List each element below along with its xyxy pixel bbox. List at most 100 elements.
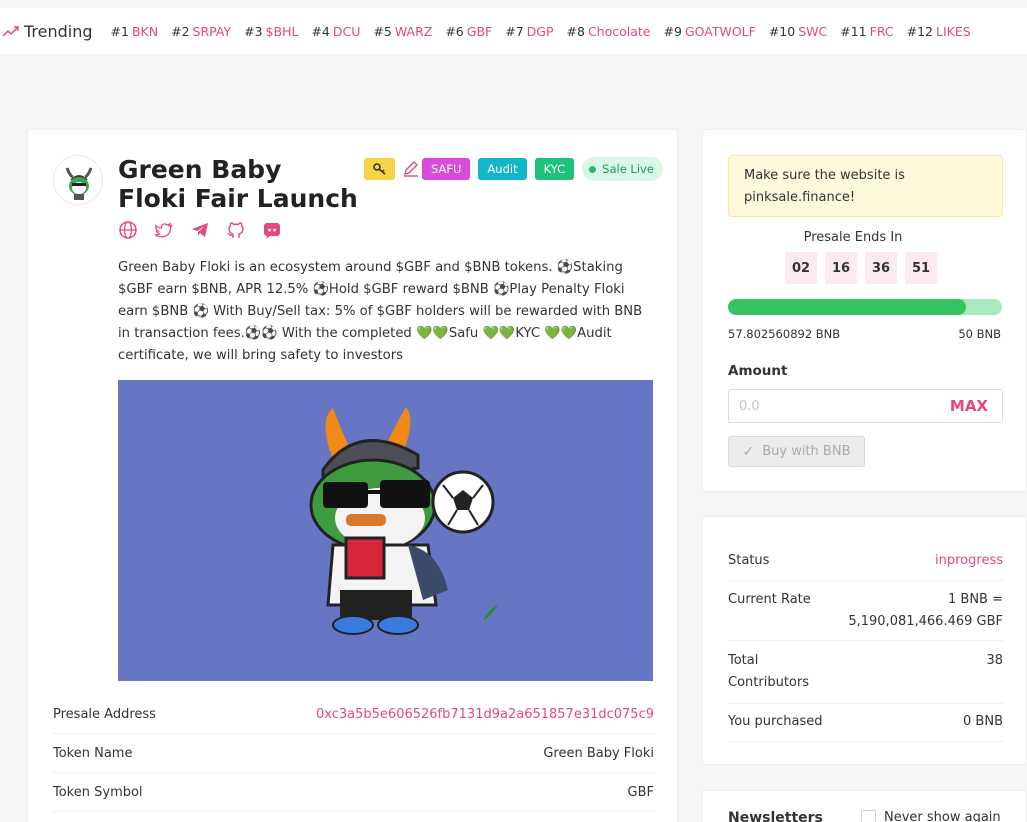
trending-title: Trending	[24, 21, 93, 41]
amount-field: MAX	[728, 389, 1003, 423]
audit-badge[interactable]: Audit	[478, 158, 527, 180]
trending-symbol: GBF	[466, 23, 493, 39]
stat-label: You purchased	[728, 714, 823, 729]
countdown-days: 02	[785, 252, 817, 284]
trending-item[interactable]: #6 GBF	[445, 24, 492, 39]
detail-value: GBF	[627, 784, 654, 800]
detail-row-token-symbol: Token Symbol GBF	[53, 773, 654, 812]
live-dot-icon	[589, 165, 597, 173]
detail-value: Green Baby Floki	[543, 745, 654, 761]
cap-amount: 50 BNB	[958, 327, 1001, 341]
trending-item[interactable]: #4 DCU	[311, 24, 360, 39]
trending-symbol: FRC	[869, 23, 894, 39]
trending-rank: #11	[840, 23, 867, 39]
trending-item[interactable]: #8 Chocolate	[567, 24, 651, 39]
trending-bar: Trending #1 BKN #2 SRPAY #3 $BHL #4 DCU #5 WARZ #6…	[0, 8, 1027, 54]
detail-row-presale-address: Presale Address 0xc3a5b5e606526fb7131d9a…	[53, 695, 654, 734]
trending-rank: #3	[244, 23, 263, 39]
badge-row: SAFU Audit KYC Sale Live	[364, 157, 671, 181]
telegram-icon[interactable]	[190, 220, 210, 240]
trending-up-icon	[2, 26, 19, 37]
sale-live-label: Sale Live	[602, 162, 654, 176]
trending-rank: #8	[566, 23, 585, 39]
stat-value: 1 BNB = 5,190,081,466.469 GBF	[848, 592, 1003, 629]
stat-value: 38	[986, 653, 1003, 668]
twitter-icon[interactable]	[154, 220, 174, 240]
presale-card: Make sure the website is pinksale.financ…	[702, 129, 1027, 492]
discord-icon[interactable]	[262, 220, 282, 240]
trending-item[interactable]: #9 GOATWOLF	[664, 24, 756, 39]
never-show-again-toggle[interactable]: Never show again	[861, 810, 1001, 822]
trending-rank: #2	[171, 23, 190, 39]
stat-row-status: Status inprogress	[728, 550, 1003, 581]
detail-label: Token Symbol	[53, 784, 143, 800]
trending-symbol: GOATWOLF	[684, 23, 756, 39]
project-banner-image	[118, 380, 653, 681]
stats-card: Status inprogress Current Rate 1 BNB = 5…	[702, 516, 1027, 765]
project-card: Green Baby Floki Fair Launch SAFU Audit …	[27, 129, 678, 822]
amount-label: Amount	[728, 363, 788, 379]
newsletter-card: Newsletters Never show again	[702, 790, 1027, 822]
project-logo	[53, 155, 103, 205]
progress-bar	[728, 299, 1002, 315]
countdown-timer: 02 16 36 51	[785, 252, 945, 284]
newsletter-title: Newsletters	[728, 810, 823, 822]
stat-row-you-purchased: You purchased 0 BNB	[728, 711, 1003, 742]
detail-label: Token Name	[53, 745, 133, 761]
trending-symbol: Chocolate	[587, 23, 651, 39]
trending-symbol: WARZ	[394, 23, 433, 39]
owner-key-button[interactable]	[364, 158, 395, 180]
buy-button-label: Buy with BNB	[762, 444, 851, 459]
trending-symbol: LIKES	[936, 23, 971, 39]
trending-symbol: SWC	[798, 23, 828, 39]
trending-item[interactable]: #5 WARZ	[373, 24, 432, 39]
presale-address-link[interactable]: 0xc3a5b5e606526fb7131d9a2a651857e31dc075…	[316, 707, 654, 722]
check-icon: ✓	[742, 443, 755, 460]
safu-badge[interactable]: SAFU	[422, 158, 471, 180]
key-icon	[372, 163, 386, 175]
trending-rank: #1	[110, 23, 129, 39]
trending-list: #1 BKN #2 SRPAY #3 $BHL #4 DCU #5 WARZ #6 GBF #7 DGP #…	[111, 24, 984, 39]
stat-label: Total Contributors	[728, 653, 809, 690]
trending-symbol: $BHL	[265, 23, 299, 39]
countdown-seconds: 51	[905, 252, 937, 284]
trending-rank: #6	[445, 23, 464, 39]
trending-item[interactable]: #10 SWC	[769, 24, 827, 39]
trending-item[interactable]: #3 $BHL	[244, 24, 298, 39]
max-button[interactable]: MAX	[950, 397, 988, 415]
kyc-badge[interactable]: KYC	[534, 158, 575, 180]
globe-icon[interactable]	[118, 220, 138, 240]
project-description: Green Baby Floki is an ecosystem around …	[118, 260, 643, 363]
edit-pen-icon[interactable]	[402, 160, 420, 178]
trending-symbol: DGP	[526, 23, 554, 39]
status-value: inprogress	[935, 553, 1003, 568]
trending-item[interactable]: #7 DGP	[505, 24, 553, 39]
trending-item[interactable]: #11 FRC	[840, 24, 893, 39]
detail-label: Presale Address	[53, 706, 156, 722]
stat-row-total-contributors: Total Contributors 38	[728, 650, 1003, 704]
detail-row-token-name: Token Name Green Baby Floki	[53, 734, 654, 773]
trending-rank: #9	[663, 23, 682, 39]
trending-rank: #10	[768, 23, 796, 39]
trending-rank: #7	[505, 23, 524, 39]
trending-rank: #12	[906, 23, 933, 39]
warning-notice: Make sure the website is pinksale.financ…	[728, 155, 1003, 217]
social-links	[118, 220, 298, 240]
stat-label: Status	[728, 553, 770, 568]
progress-fill	[728, 299, 967, 315]
github-icon[interactable]	[226, 220, 246, 240]
project-title: Green Baby Floki Fair Launch	[118, 155, 358, 213]
never-show-label: Never show again	[884, 810, 1001, 822]
trending-symbol: DCU	[332, 23, 361, 39]
raised-amount: 57.802560892 BNB	[728, 327, 841, 341]
never-show-checkbox[interactable]	[861, 810, 876, 822]
stat-label: Current Rate	[728, 592, 811, 607]
amount-input[interactable]	[739, 398, 889, 414]
presale-ends-label: Presale Ends In	[803, 230, 903, 245]
stat-value: 0 BNB	[963, 714, 1003, 729]
trending-item[interactable]: #1 BKN	[111, 24, 159, 39]
trending-symbol: BKN	[131, 23, 159, 39]
trending-item[interactable]: #2 SRPAY	[171, 24, 231, 39]
buy-with-bnb-button[interactable]: ✓ Buy with BNB	[728, 436, 865, 467]
trending-item[interactable]: #12 LIKES	[907, 24, 971, 39]
